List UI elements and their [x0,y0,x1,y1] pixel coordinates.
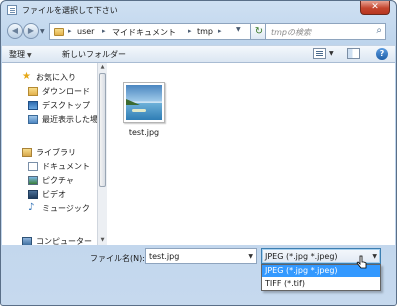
back-button[interactable]: ◀ [7,23,23,39]
mouse-pointer-icon [356,255,367,269]
view-options-dropdown-icon[interactable]: ▼ [329,50,334,57]
nav-scrollbar[interactable]: ▲ ▼ [97,63,107,245]
image-thumbnail [123,82,165,123]
search-input[interactable]: tmpの検索 [271,27,311,38]
filetype-dropdown-icon[interactable]: ▼ [372,253,377,260]
file-list-pane[interactable]: test.jpg [108,63,395,245]
title-bar[interactable]: ファイルを選択して下さい ✕ [1,1,396,19]
window-title: ファイルを選択して下さい [22,6,118,15]
address-history-dropdown-icon[interactable]: ▼ [236,26,241,33]
filename-label: ファイル名(N): [90,254,145,263]
documents-icon [28,162,38,171]
star-icon: ★ [22,71,31,82]
breadcrumb-mydocuments[interactable]: マイドキュメント [112,27,176,38]
command-bar: 整理 ▼ 新しいフォルダー ▼ ? [2,45,395,63]
breadcrumb-separator-icon[interactable]: ▸ [218,27,222,35]
organize-label: 整理 [9,50,25,59]
address-row: ◀ ▶ ▼ ▸ user ▸ マイドキュメント ▸ tmp ▸ ▼ ↻ tmpの… [1,21,396,45]
landscape-image-icon [126,85,162,120]
filename-combobox[interactable]: test.jpg ▼ [145,248,257,264]
preview-pane-button[interactable] [347,48,360,59]
recent-places-icon [28,115,38,124]
dialog-icon [7,5,17,15]
filename-dropdown-icon[interactable]: ▼ [248,253,253,260]
videos-icon [28,190,38,199]
pictures-icon [28,176,38,185]
file-dialog-window: ファイルを選択して下さい ✕ ◀ ▶ ▼ ▸ user ▸ マイドキュメント ▸… [0,0,397,306]
new-folder-button[interactable]: 新しいフォルダー [62,49,126,60]
filetype-selected-value: JPEG (*.jpg *.jpeg) [265,252,338,261]
search-box[interactable]: tmpの検索 ⌕ [265,23,386,40]
downloads-folder-icon [28,87,38,96]
music-icon: ♪ [28,202,35,213]
recent-pages-dropdown-icon[interactable]: ▼ [40,28,45,35]
breadcrumb-separator-icon[interactable]: ▸ [188,27,192,35]
address-bar[interactable]: ▸ user ▸ マイドキュメント ▸ tmp ▸ ▼ [49,23,251,40]
file-name-area: ファイル名(N): test.jpg ▼ JPEG (*.jpg *.jpeg)… [2,245,395,305]
organize-dropdown-icon: ▼ [27,52,32,59]
filename-input[interactable]: test.jpg [149,252,179,261]
close-button[interactable]: ✕ [360,1,390,15]
breadcrumb-separator-icon[interactable]: ▸ [68,27,72,35]
filetype-option-tiff[interactable]: TIFF (*.tif) [262,278,380,290]
computer-icon [22,237,32,245]
scroll-down-icon[interactable]: ▼ [98,236,107,245]
desktop-icon [28,101,38,110]
file-name-label: test.jpg [128,128,160,137]
help-button[interactable]: ? [376,48,388,60]
folder-icon [54,28,64,36]
file-item[interactable]: test.jpg [121,76,167,141]
forward-button[interactable]: ▶ [23,23,39,39]
breadcrumb-user[interactable]: user [77,27,94,36]
scroll-up-icon[interactable]: ▲ [98,63,107,72]
libraries-icon [22,148,32,157]
breadcrumb-tmp[interactable]: tmp [197,27,213,36]
navigation-pane[interactable]: ★ お気に入り ダウンロード デスクトップ 最近表示した場所 ライブラリ [2,63,97,245]
search-icon[interactable]: ⌕ [376,25,382,36]
content-area: ★ お気に入り ダウンロード デスクトップ 最近表示した場所 ライブラリ [2,63,395,245]
change-view-button[interactable] [313,48,326,59]
breadcrumb-separator-icon[interactable]: ▸ [102,27,106,35]
organize-menu-button[interactable]: 整理 ▼ [9,49,32,60]
scroll-thumb[interactable] [99,73,106,187]
